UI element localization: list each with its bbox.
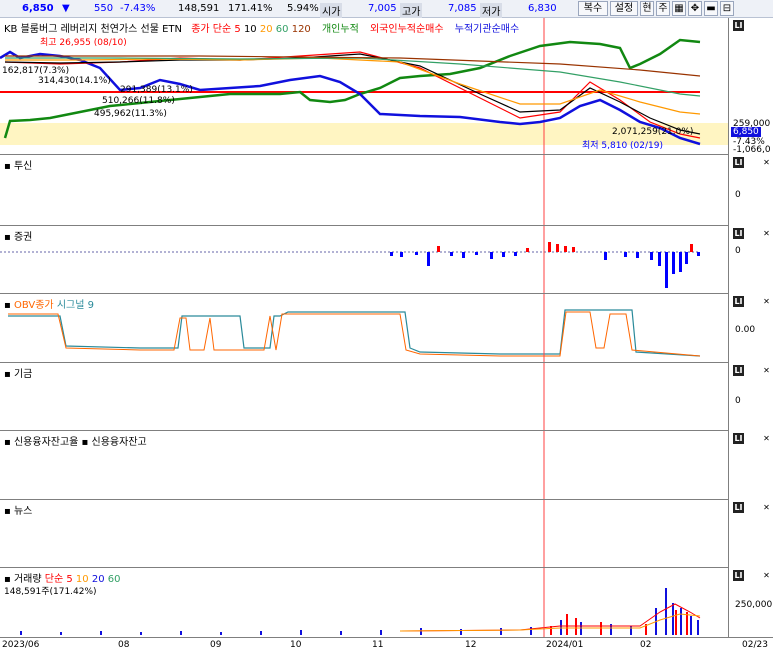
minimize-icon[interactable]: ▬: [704, 1, 718, 16]
price-panel-title: KB 블룸버그 레버리지 천연가스 선물 ETN 종가 단순 5 10 20 6…: [4, 20, 519, 35]
obv-axis-zero: 0.00: [735, 325, 756, 335]
turnover-rate: 5.94%: [287, 3, 319, 14]
volume-axis-label: 250,000: [735, 600, 773, 610]
news-panel[interactable]: ▪ 뉴스: [0, 500, 728, 568]
news-chart: [543, 500, 545, 567]
trust-chart: [543, 155, 545, 225]
ma120-legend: 120: [291, 24, 311, 35]
volume-axis: LI ✕ 250,000: [728, 568, 773, 637]
obv-close-icon[interactable]: ✕: [761, 296, 772, 307]
ma60-legend: 60: [275, 24, 289, 35]
price-change: 550: [94, 3, 114, 14]
securities-panel[interactable]: ▪ 증권: [0, 226, 728, 294]
obv-panel[interactable]: ▪ OBV종가 시그널 9: [0, 294, 728, 363]
obv-axis: LI ✕ 0.00: [728, 294, 773, 363]
news-menu-icon[interactable]: LI: [733, 502, 744, 513]
current-price: 6,850: [22, 3, 54, 14]
news-axis: LI ✕: [728, 500, 773, 568]
inst-legend: 누적기관순매수: [454, 24, 520, 35]
profile-label-e: 495,962(11.3%): [94, 109, 167, 119]
down-arrow-icon: ▼: [62, 3, 70, 14]
securities-axis-zero: 0: [735, 246, 741, 256]
price-panel[interactable]: KB 블룸버그 레버리지 천연가스 선물 ETN 종가 단순 5 10 20 6…: [0, 18, 728, 155]
ma10-line: [4, 53, 701, 135]
fund-axis: LI ✕ 0: [728, 363, 773, 431]
obv-menu-icon[interactable]: LI: [733, 296, 744, 307]
fund-chart: [543, 363, 545, 430]
profile-label-f: 2,071,259(21.0%): [612, 127, 694, 137]
profile-label-d: 510,266(11.8%): [102, 96, 175, 106]
grid-icon[interactable]: ▦: [672, 1, 686, 16]
volume-value: 148,591: [178, 3, 220, 14]
ma10-legend: 10: [243, 24, 257, 35]
date-axis: 2023/06 08 09 10 11 12 2024/01 02 02/23: [0, 637, 773, 654]
volume-panel[interactable]: ▪ 거래량 단순 5 10 20 60 148,591주(171.42%): [0, 568, 728, 637]
trust-axis: LI ✕ 0: [728, 155, 773, 226]
price-axis-label-2: -1,066,0: [733, 145, 771, 155]
profile-label-b: 314,430(14.1%): [38, 76, 111, 86]
profile-label-c: 291,389(13.1%): [120, 85, 193, 95]
date-label-aug: 08: [118, 640, 130, 650]
low-value: 6,830: [528, 3, 557, 14]
open-value: 7,005: [368, 3, 397, 14]
volume-rate: 171.41%: [228, 3, 273, 14]
credit-menu-icon[interactable]: LI: [733, 433, 744, 444]
fund-axis-zero: 0: [735, 396, 741, 406]
copy-button[interactable]: 복수: [578, 1, 608, 16]
volume-close-icon[interactable]: ✕: [761, 570, 772, 581]
obv-chart: [8, 294, 701, 362]
fund-close-icon[interactable]: ✕: [761, 365, 772, 376]
news-close-icon[interactable]: ✕: [761, 502, 772, 513]
credit-close-icon[interactable]: ✕: [761, 433, 772, 444]
date-label-dec: 12: [465, 640, 477, 650]
high-label: 고가: [400, 3, 423, 18]
panel-menu-icon[interactable]: LI: [733, 20, 744, 31]
price-axis: LI 259,000 6,850 -7.43% -1,066,0: [728, 18, 773, 155]
trust-axis-zero: 0: [735, 190, 741, 200]
current-button[interactable]: 현: [640, 1, 654, 16]
date-label-jun: 2023/06: [2, 640, 40, 650]
trust-close-icon[interactable]: ✕: [761, 157, 772, 168]
quote-bar: 6,850 ▼ 550 -7.43% 148,591 171.41% 5.94%…: [0, 0, 773, 18]
move-icon[interactable]: ✥: [688, 1, 702, 16]
low-label: 저가: [480, 3, 503, 18]
credit-axis: LI ✕: [728, 431, 773, 500]
credit-panel[interactable]: ▪ 신용융자잔고율 ▪ 신용융자잔고: [0, 431, 728, 500]
price-change-rate: -7.43%: [120, 3, 156, 14]
profile-label-a: 162,817(7.3%): [2, 66, 70, 76]
high-annotation: 최고 26,955 (08/10): [40, 38, 127, 48]
volume-chart: [20, 568, 701, 637]
date-label-nov: 11: [372, 640, 384, 650]
date-label-oct: 10: [290, 640, 302, 650]
ma120-line: [5, 55, 701, 77]
trust-panel[interactable]: ▪ 투신: [0, 155, 728, 226]
credit-chart: [543, 431, 545, 499]
foreign-legend: 외국인누적순매수: [369, 24, 444, 35]
price-axis-current: 6,850: [731, 127, 761, 137]
ma20-legend: 20: [259, 24, 273, 35]
low-annotation: 최저 5,810 (02/19): [582, 141, 664, 151]
instrument-name: KB 블룸버그 레버리지 천연가스 선물 ETN: [4, 24, 183, 35]
securities-axis: LI ✕ 0: [728, 226, 773, 294]
fund-panel[interactable]: ▪ 기금: [0, 363, 728, 431]
date-label-feb: 02: [640, 640, 652, 650]
securities-close-icon[interactable]: ✕: [761, 228, 772, 239]
retail-legend: 개인누적: [321, 24, 359, 35]
open-label: 시가: [320, 3, 343, 18]
settings-button[interactable]: 설정: [610, 1, 638, 16]
ma-label: 종가 단순 5: [191, 24, 241, 35]
week-button[interactable]: 주: [656, 1, 670, 16]
volume-menu-icon[interactable]: LI: [733, 570, 744, 581]
fund-menu-icon[interactable]: LI: [733, 365, 744, 376]
date-label-sep: 09: [210, 640, 222, 650]
date-label-jan: 2024/01: [546, 640, 584, 650]
layout-icon[interactable]: ⊟: [720, 1, 734, 16]
securities-menu-icon[interactable]: LI: [733, 228, 744, 239]
high-value: 7,085: [448, 3, 477, 14]
securities-chart: [0, 226, 700, 293]
date-label-current: 02/23: [742, 640, 768, 650]
trust-menu-icon[interactable]: LI: [733, 157, 744, 168]
